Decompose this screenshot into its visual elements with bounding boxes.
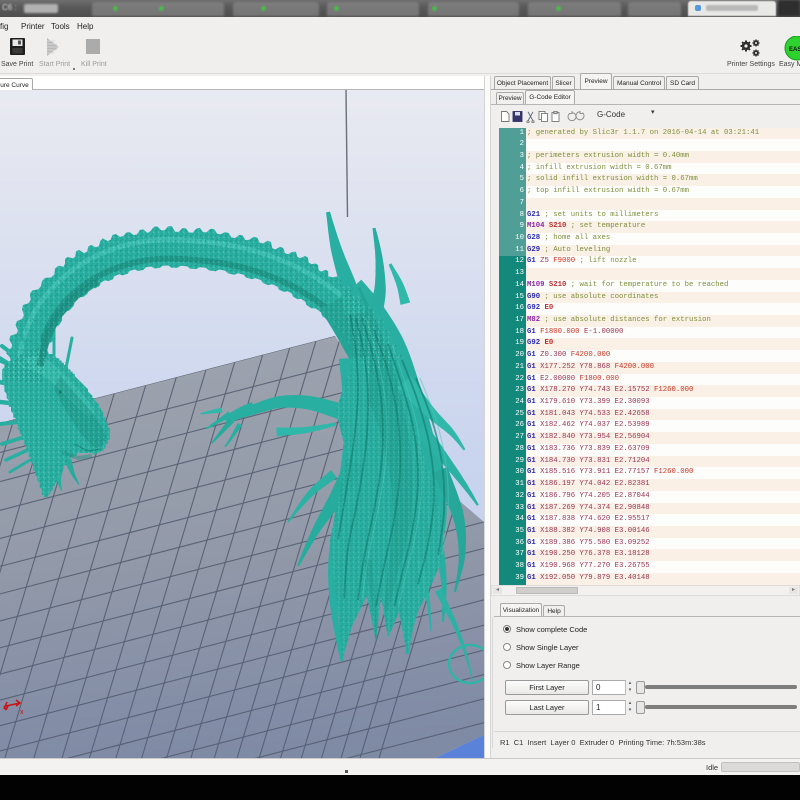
svg-text:x: x <box>20 709 24 716</box>
svg-text:EASY: EASY <box>789 47 800 53</box>
